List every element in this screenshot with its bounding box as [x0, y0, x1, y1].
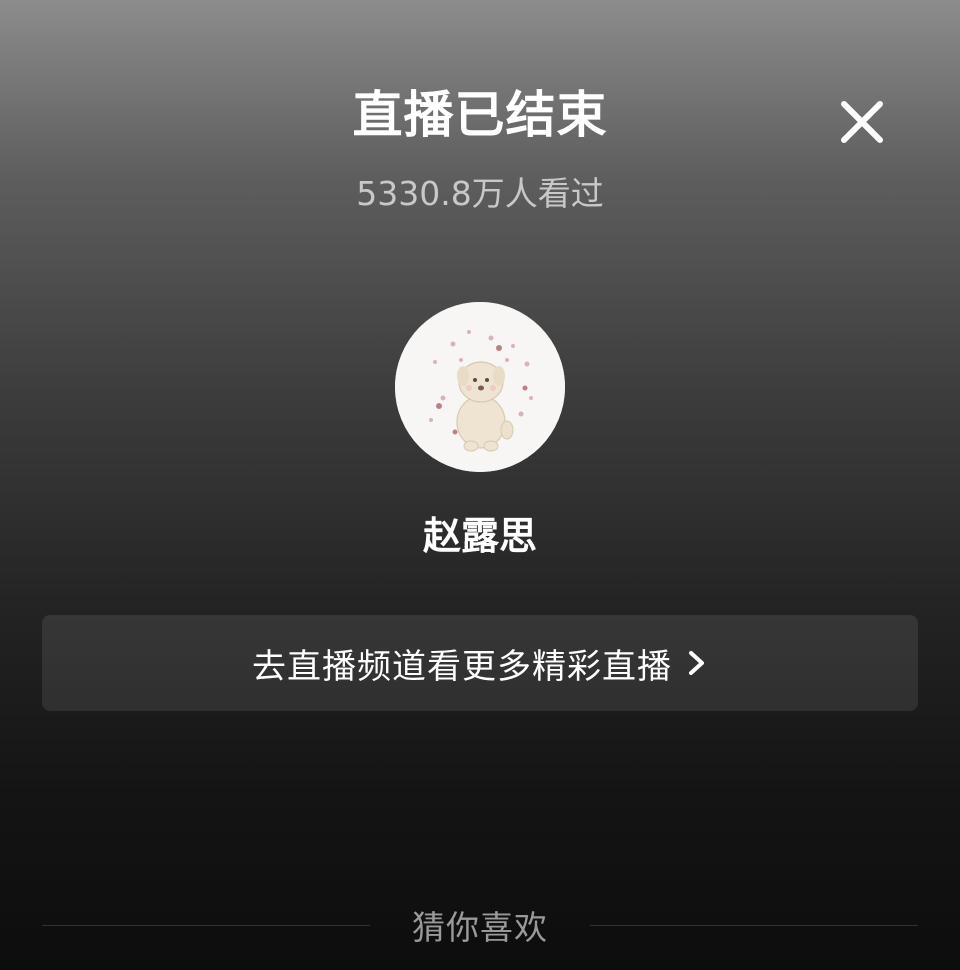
chevron-right-icon: [689, 651, 704, 675]
page-title: 直播已结束: [352, 86, 608, 144]
recommend-label: 猜你喜欢: [412, 908, 548, 947]
divider-left: [42, 924, 370, 926]
live-channel-button[interactable]: 去直播频道看更多精彩直播: [42, 615, 918, 711]
recommend-section-header: 猜你喜欢: [42, 900, 918, 950]
live-channel-button-label: 去直播频道看更多精彩直播: [252, 646, 672, 687]
avatar[interactable]: [395, 302, 565, 472]
avatar-illustration-dog: [395, 302, 565, 472]
close-icon: [841, 101, 883, 143]
divider-right: [590, 924, 918, 926]
viewer-count: 5330.8万人看过: [356, 174, 604, 213]
close-button[interactable]: [834, 94, 890, 150]
live-ended-screen: 直播已结束 5330.8万人看过 赵露思 去直播频道看更多精彩直播 猜你喜欢: [0, 0, 960, 970]
streamer-name[interactable]: 赵露思: [0, 508, 960, 564]
